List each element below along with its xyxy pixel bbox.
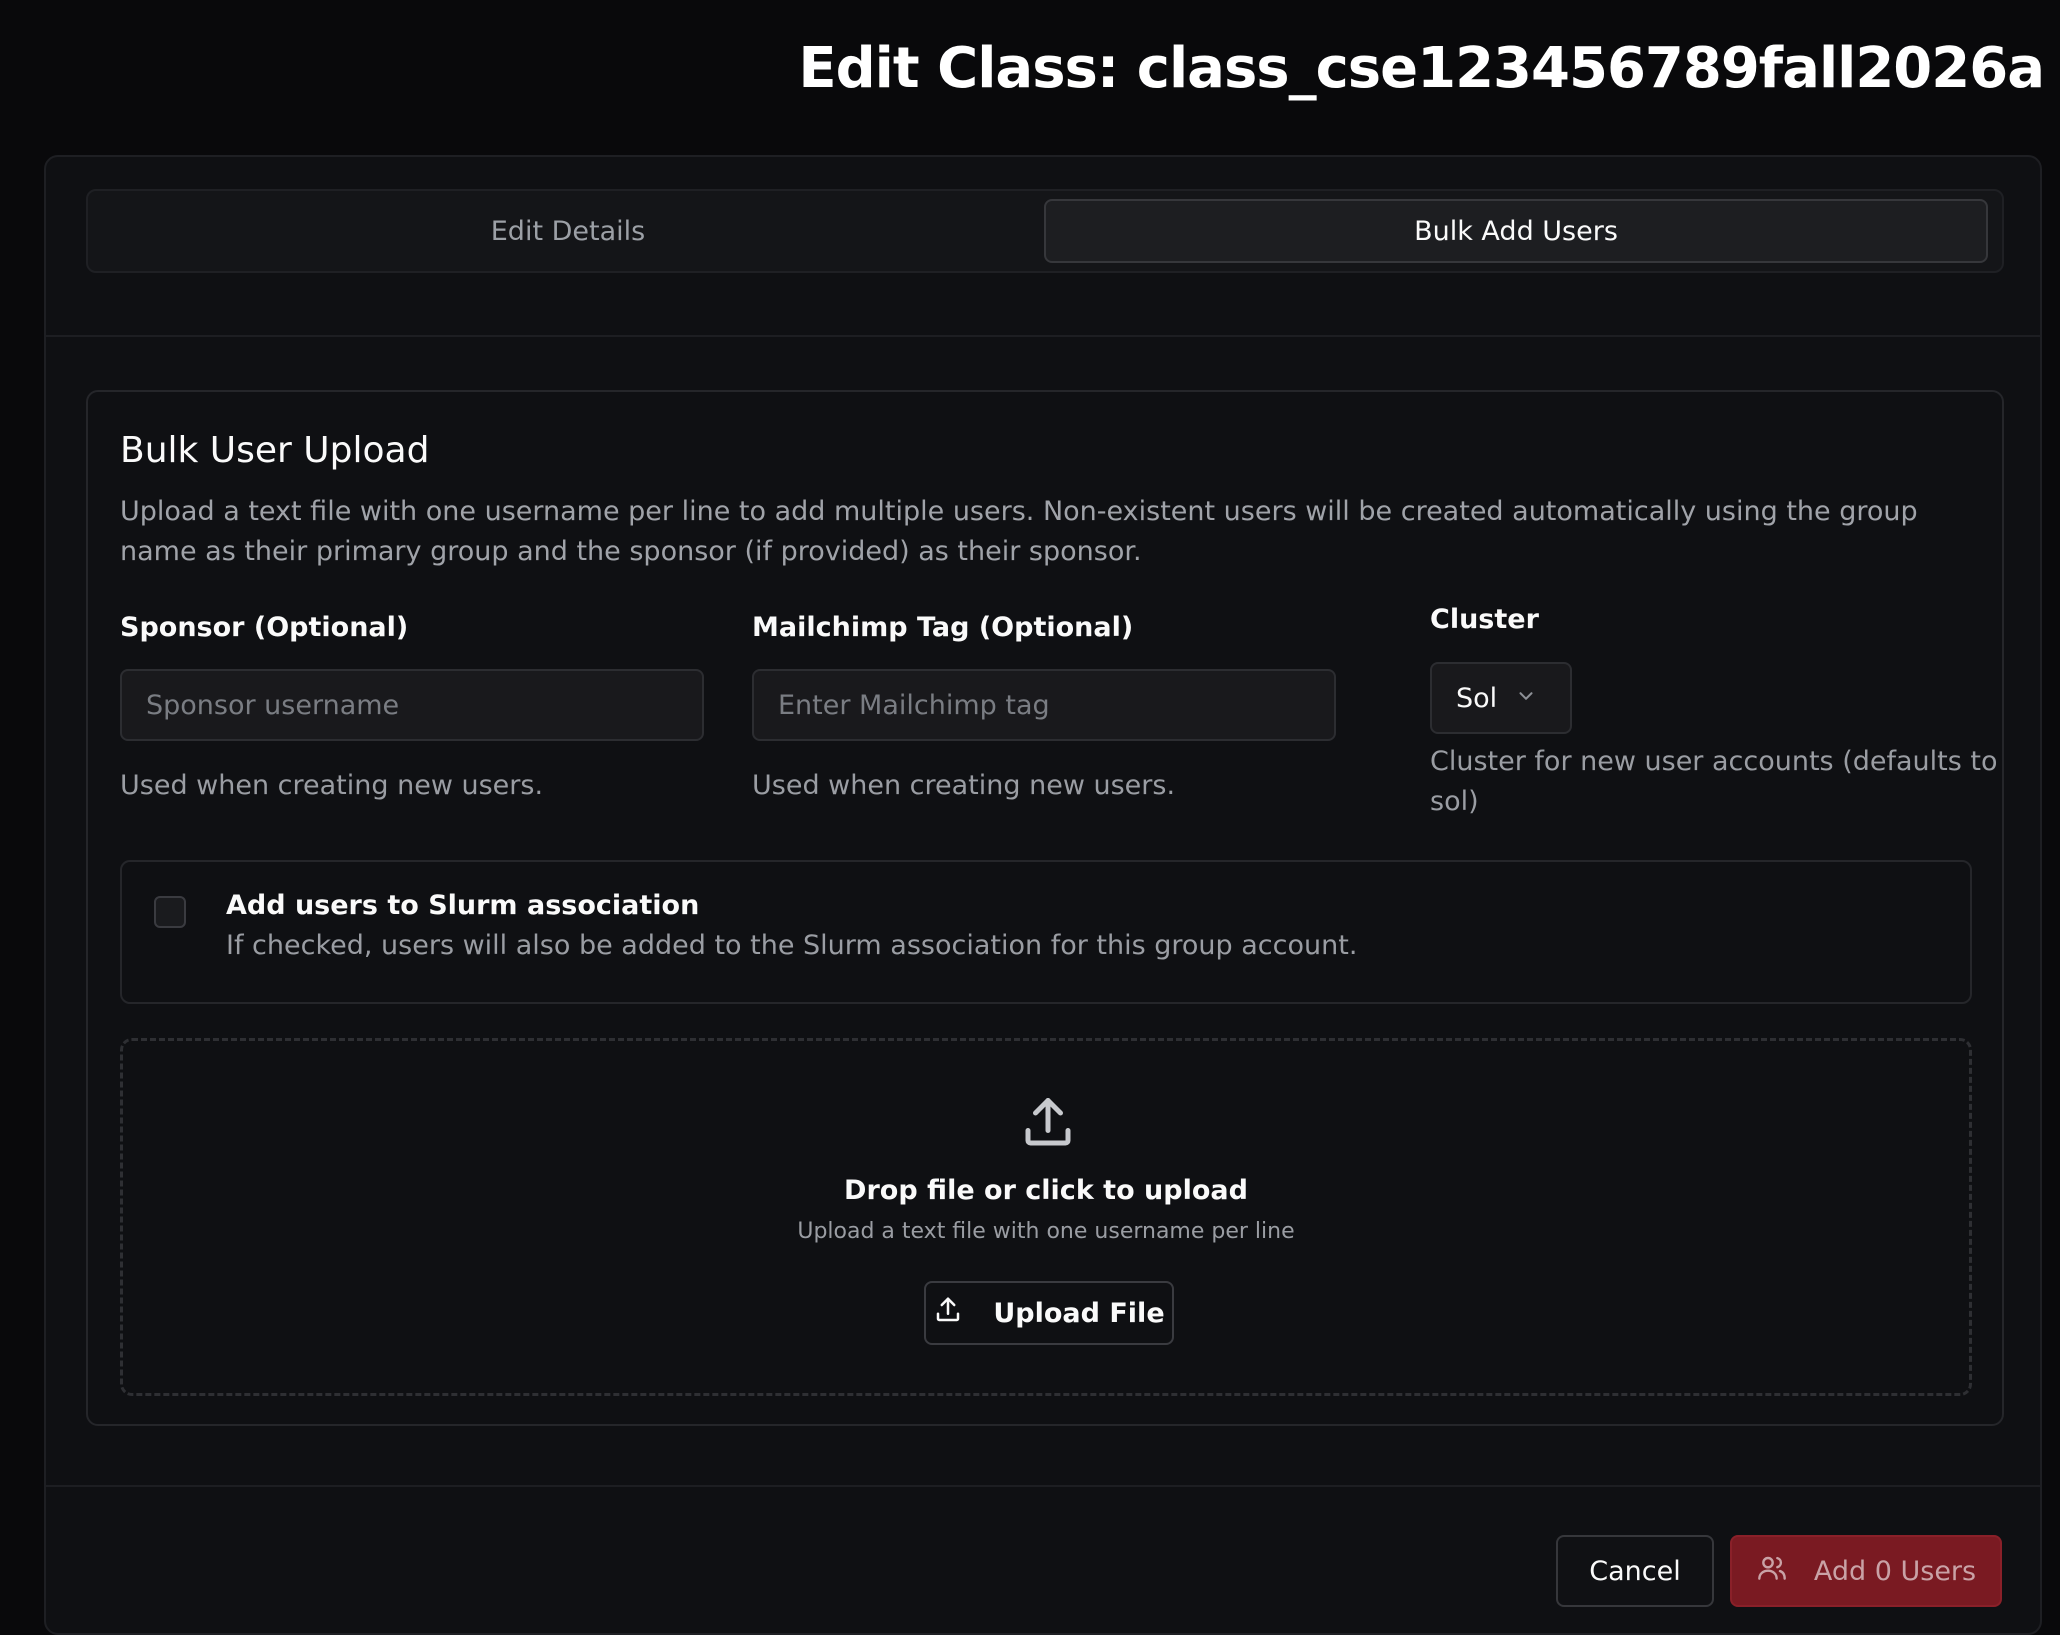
upload-icon [1018, 1093, 1078, 1153]
add-users-button[interactable]: Add 0 Users [1730, 1535, 2002, 1607]
cancel-button[interactable]: Cancel [1556, 1535, 1714, 1607]
slurm-checkbox-label[interactable]: Add users to Slurm association [226, 890, 699, 921]
tab-bulk-add-users[interactable]: Bulk Add Users [1044, 199, 1988, 263]
slurm-option: Add users to Slurm association If checke… [120, 860, 1972, 1004]
edit-class-card: Edit Details Bulk Add Users Bulk User Up… [44, 155, 2042, 1635]
cluster-select-value: Sol [1456, 682, 1498, 714]
sponsor-label: Sponsor (Optional) [120, 612, 409, 643]
upload-icon [933, 1295, 963, 1332]
header-divider [46, 335, 2040, 337]
cluster-select[interactable]: Sol [1430, 662, 1572, 734]
section-title: Bulk User Upload [120, 430, 430, 471]
dropzone-title: Drop file or click to upload [844, 1175, 1248, 1206]
dropzone-subtitle: Upload a text file with one username per… [797, 1219, 1295, 1244]
tab-edit-details[interactable]: Edit Details [96, 199, 1040, 263]
slurm-checkbox-help: If checked, users will also be added to … [226, 930, 1358, 961]
upload-file-button[interactable]: Upload File [924, 1281, 1174, 1345]
upload-file-label: Upload File [993, 1297, 1165, 1329]
tab-list: Edit Details Bulk Add Users [86, 189, 2004, 273]
users-icon [1756, 1552, 1788, 1591]
mailchimp-label: Mailchimp Tag (Optional) [752, 612, 1134, 643]
cluster-label: Cluster [1430, 604, 1539, 635]
footer-divider [46, 1485, 2040, 1487]
sponsor-help: Used when creating new users. [120, 770, 544, 801]
sponsor-input[interactable] [120, 669, 704, 741]
section-description: Upload a text file with one username per… [120, 496, 1918, 567]
cancel-label: Cancel [1589, 1555, 1681, 1587]
page-title: Edit Class: class_cse123456789fall2026a [798, 36, 2045, 101]
add-users-label: Add 0 Users [1813, 1555, 1977, 1587]
mailchimp-input[interactable] [752, 669, 1336, 741]
chevron-down-icon [1515, 683, 1537, 714]
bulk-upload-panel: Bulk User Upload Upload a text file with… [86, 390, 2004, 1426]
cluster-help: Cluster for new user accounts (defaults … [1430, 746, 1998, 817]
slurm-checkbox[interactable] [154, 896, 186, 928]
file-dropzone[interactable]: Drop file or click to upload Upload a te… [120, 1038, 1972, 1396]
mailchimp-help: Used when creating new users. [752, 770, 1176, 801]
